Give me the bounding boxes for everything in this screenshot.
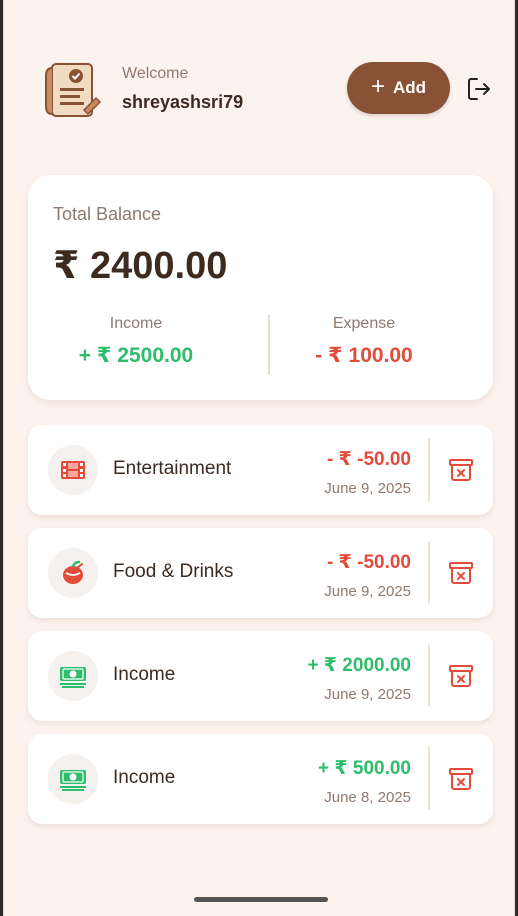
total-balance-label: Total Balance	[53, 204, 162, 224]
balance-card: Total Balance ₹ 2400.00 Income + ₹ 2500.…	[28, 175, 493, 400]
category-icon-wrap	[48, 651, 98, 701]
home-indicator[interactable]	[194, 897, 328, 902]
add-button[interactable]: + Add	[347, 62, 450, 114]
expense-label: Expense	[332, 315, 396, 332]
category-icon-wrap	[48, 754, 98, 804]
transaction-divider	[428, 644, 430, 707]
username: shreyashsri79	[122, 92, 244, 112]
logout-icon[interactable]	[466, 76, 492, 102]
income-summary: Income + ₹ 2500.00	[36, 315, 236, 368]
delete-icon[interactable]	[448, 664, 474, 688]
transaction-divider	[428, 541, 430, 604]
expense-value: - ₹ 100.00	[315, 344, 413, 367]
transaction-date: June 9, 2025	[324, 686, 411, 703]
transaction-category: Food & Drinks	[113, 561, 234, 582]
income-value: + ₹ 2500.00	[78, 344, 194, 367]
transaction-date: June 9, 2025	[324, 583, 411, 600]
transaction-date: June 9, 2025	[324, 480, 411, 497]
transaction-divider	[428, 747, 430, 810]
transaction-divider	[428, 438, 430, 501]
income-label: Income	[109, 315, 163, 332]
app-screen: Welcome shreyashsri79 + Add Total Balanc…	[3, 0, 515, 916]
delete-icon[interactable]	[448, 458, 474, 482]
transaction-amount: - ₹ -50.00	[327, 552, 411, 573]
delete-icon[interactable]	[448, 767, 474, 791]
transaction-amount: - ₹ -50.00	[327, 449, 411, 470]
category-icon-wrap	[48, 548, 98, 598]
total-balance-amount: ₹ 2400.00	[53, 245, 228, 287]
transaction-amount: + ₹ 500.00	[318, 758, 411, 779]
plus-icon: +	[370, 73, 385, 100]
film-icon	[61, 461, 85, 479]
transaction-category: Income	[113, 767, 176, 788]
add-button-label: Add	[392, 78, 427, 97]
food-icon	[63, 560, 83, 584]
receipt-avatar-icon	[45, 63, 102, 117]
transaction-item[interactable]: Income + ₹ 500.00 June 8, 2025	[28, 734, 493, 824]
transaction-item[interactable]: Entertainment - ₹ -50.00 June 9, 2025	[28, 425, 493, 515]
expense-summary: Expense - ₹ 100.00	[264, 315, 464, 368]
transaction-amount: + ₹ 2000.00	[307, 655, 411, 676]
header: Welcome shreyashsri79 + Add	[4, 56, 514, 128]
transaction-date: June 8, 2025	[324, 789, 411, 806]
cash-icon	[60, 667, 86, 688]
transaction-category: Entertainment	[113, 458, 232, 479]
transaction-item[interactable]: Income + ₹ 2000.00 June 9, 2025	[28, 631, 493, 721]
welcome-label: Welcome	[122, 65, 189, 82]
transaction-category: Income	[113, 664, 176, 685]
category-icon-wrap	[48, 445, 98, 495]
delete-icon[interactable]	[448, 561, 474, 585]
cash-icon	[60, 770, 86, 791]
transaction-item[interactable]: Food & Drinks - ₹ -50.00 June 9, 2025	[28, 528, 493, 618]
